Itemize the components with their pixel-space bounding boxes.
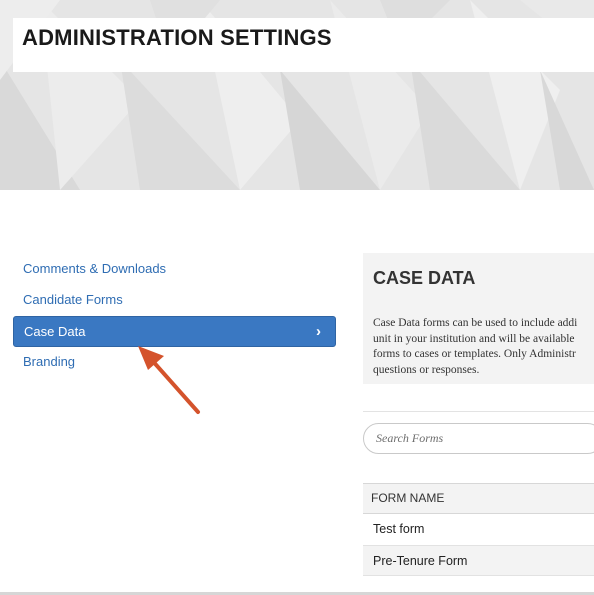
sidebar-item-comments-downloads[interactable]: Comments & Downloads <box>13 254 336 285</box>
table-row[interactable]: Pre-Tenure Form <box>363 545 594 576</box>
panel-description-line: questions or responses. <box>373 363 480 376</box>
table-row[interactable]: Test form <box>363 514 594 545</box>
section-divider <box>363 411 594 412</box>
panel-title: CASE DATA <box>373 268 476 288</box>
sidebar-item-label: Candidate Forms <box>23 292 123 307</box>
panel-description-line: forms to cases or templates. Only Admini… <box>373 348 576 360</box>
chevron-right-icon: › <box>316 323 321 340</box>
header-banner: ADMINISTRATION SETTINGS <box>0 0 594 190</box>
forms-table: FORM NAME Test form Pre-Tenure Form <box>363 483 594 576</box>
page-title-box: ADMINISTRATION SETTINGS <box>13 18 594 72</box>
panel-description-line: unit in your institution and will be ava… <box>373 332 575 345</box>
panel-description: Case Data forms can be used to include a… <box>373 316 594 378</box>
annotation-arrow-icon <box>138 346 200 414</box>
sidebar-item-label: Comments & Downloads <box>23 261 167 276</box>
search-forms-input[interactable] <box>363 423 594 454</box>
sidebar-item-label: Case Data <box>24 324 86 339</box>
case-data-header-panel: CASE DATA Case Data forms can be used to… <box>363 253 594 384</box>
sidebar-item-label: Branding <box>23 354 76 369</box>
column-header-form-name[interactable]: FORM NAME <box>363 483 594 514</box>
sidebar-item-candidate-forms[interactable]: Candidate Forms <box>13 285 336 316</box>
panel-description-line: Case Data forms can be used to include a… <box>373 317 578 329</box>
page-title: ADMINISTRATION SETTINGS <box>22 25 332 50</box>
